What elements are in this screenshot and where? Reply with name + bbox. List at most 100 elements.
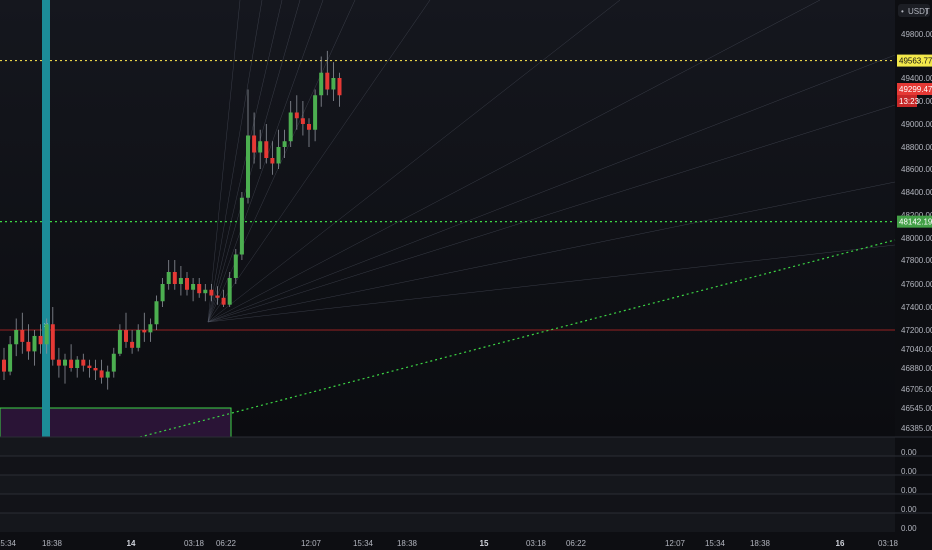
y-tick-label: 48400.00 — [901, 188, 932, 197]
candle-body — [44, 324, 49, 345]
candle-body — [203, 289, 208, 294]
x-axis-bar — [0, 537, 932, 550]
candle-body — [148, 324, 153, 333]
candle-body — [252, 135, 257, 153]
price-chart[interactable]: × 0.000.000.000.000.00 49800.0049560.004… — [0, 0, 932, 550]
sub-pane-value: 0.00 — [901, 524, 917, 533]
x-tick-label: 18:38 — [397, 539, 418, 548]
x-tick-label: 14 — [127, 539, 136, 548]
x-tick-label: 18:38 — [42, 539, 63, 548]
green-price-text: 48142.19 — [899, 218, 932, 227]
candle-body — [154, 301, 159, 325]
candle-body — [307, 124, 311, 130]
y-tick-label: 48800.00 — [901, 143, 932, 152]
candle-body — [93, 368, 98, 371]
y-tick-label: 47800.00 — [901, 256, 932, 265]
candle-body — [178, 278, 183, 284]
x-axis: 15:34 18:38 14 03:18 06:22 12:07 15:34 18:38 15 0… — [0, 537, 932, 550]
y-tick-label: 47200.00 — [901, 326, 932, 335]
main-pane — [0, 0, 895, 437]
x-tick-label: 12:07 — [301, 539, 322, 548]
candle-body — [20, 330, 25, 342]
y-tick-label: 49000.00 — [901, 120, 932, 129]
candle-body — [209, 289, 214, 296]
sub-pane — [0, 456, 895, 475]
yellow-price-badge: 49563.77 — [897, 54, 932, 67]
y-tick-label: 48600.00 — [901, 165, 932, 174]
candle-body — [142, 330, 147, 333]
candle-body — [111, 353, 116, 372]
currency-selector[interactable]: USDT • ) — [898, 4, 930, 17]
candle-body — [227, 278, 232, 305]
y-tick-label: 46545.00 — [901, 404, 932, 413]
candle-body — [276, 147, 281, 164]
candle-body — [63, 359, 67, 366]
candle-body — [221, 297, 226, 305]
cyan-vertical-band — [42, 0, 50, 437]
candle-body — [105, 371, 110, 378]
candle-body — [69, 359, 74, 368]
candle-body — [117, 330, 122, 354]
candle-body — [258, 141, 263, 153]
y-tick-label: 46705.00 — [901, 385, 932, 394]
x-tick-label: 03:18 — [526, 539, 547, 548]
candle-body — [191, 284, 196, 290]
candle-body — [160, 284, 165, 302]
x-tick-label: 15:34 — [705, 539, 726, 548]
sub-pane — [0, 513, 895, 532]
candle-body — [50, 324, 55, 360]
candle-body — [38, 335, 43, 345]
sub-panes: 0.000.000.000.000.00 — [0, 436, 932, 533]
chevron-icon: ) — [925, 7, 928, 16]
y-tick-label: 47400.00 — [901, 303, 932, 312]
y-tick-label: 48000.00 — [901, 234, 932, 243]
candle-body — [130, 341, 135, 348]
countdown-text: 13:23 — [899, 97, 920, 106]
candle-body — [264, 141, 269, 158]
y-tick-label: 46880.00 — [901, 364, 932, 373]
candle-body — [75, 359, 80, 368]
candle-body — [2, 359, 6, 372]
candle — [239, 192, 244, 260]
x-tick-label: 18:38 — [750, 539, 771, 548]
candle-body — [197, 284, 202, 294]
y-tick-label: 47040.00 — [901, 345, 932, 354]
sub-pane — [0, 475, 895, 494]
candle-body — [325, 72, 330, 90]
y-tick-label: 49800.00 — [901, 30, 932, 39]
last-price-badge: 49299.47 — [897, 83, 932, 95]
candle-body — [239, 197, 244, 255]
candle-body — [270, 158, 275, 164]
candle-body — [32, 335, 37, 352]
candle-body — [233, 254, 238, 278]
x-tick-label: 12:07 — [665, 539, 686, 548]
x-tick-label: 06:22 — [566, 539, 587, 548]
candle-body — [56, 359, 61, 366]
candle-body — [172, 272, 177, 284]
chart-stage: × 0.000.000.000.000.00 49800.0049560.004… — [0, 0, 932, 550]
candle-body — [185, 278, 189, 290]
x-tick-label: 15 — [480, 539, 489, 548]
y-tick-label: 46385.00 — [901, 424, 932, 433]
candle-body — [166, 272, 171, 284]
x-tick-label: 03:18 — [184, 539, 205, 548]
candle-body — [87, 365, 92, 368]
y-tick-label: 49400.00 — [901, 74, 932, 83]
candle-body — [246, 135, 250, 198]
candle-body — [319, 72, 324, 96]
candle-body — [81, 359, 86, 366]
candle-body — [215, 295, 220, 298]
purple-range-box — [0, 407, 232, 438]
candle-body — [288, 112, 293, 142]
candle-body — [294, 112, 299, 119]
yellow-price-text: 49563.77 — [899, 57, 932, 66]
candle-body — [8, 344, 13, 372]
candle-body — [337, 78, 342, 96]
green-price-badge: 48142.19 — [897, 215, 932, 228]
x-tick-label: 15:34 — [0, 539, 17, 548]
candle-body — [26, 341, 31, 352]
x-tick-label: 03:18 — [878, 539, 899, 548]
x-tick-label: 15:34 — [353, 539, 374, 548]
candle-body — [300, 118, 305, 124]
candle-body — [331, 78, 336, 90]
